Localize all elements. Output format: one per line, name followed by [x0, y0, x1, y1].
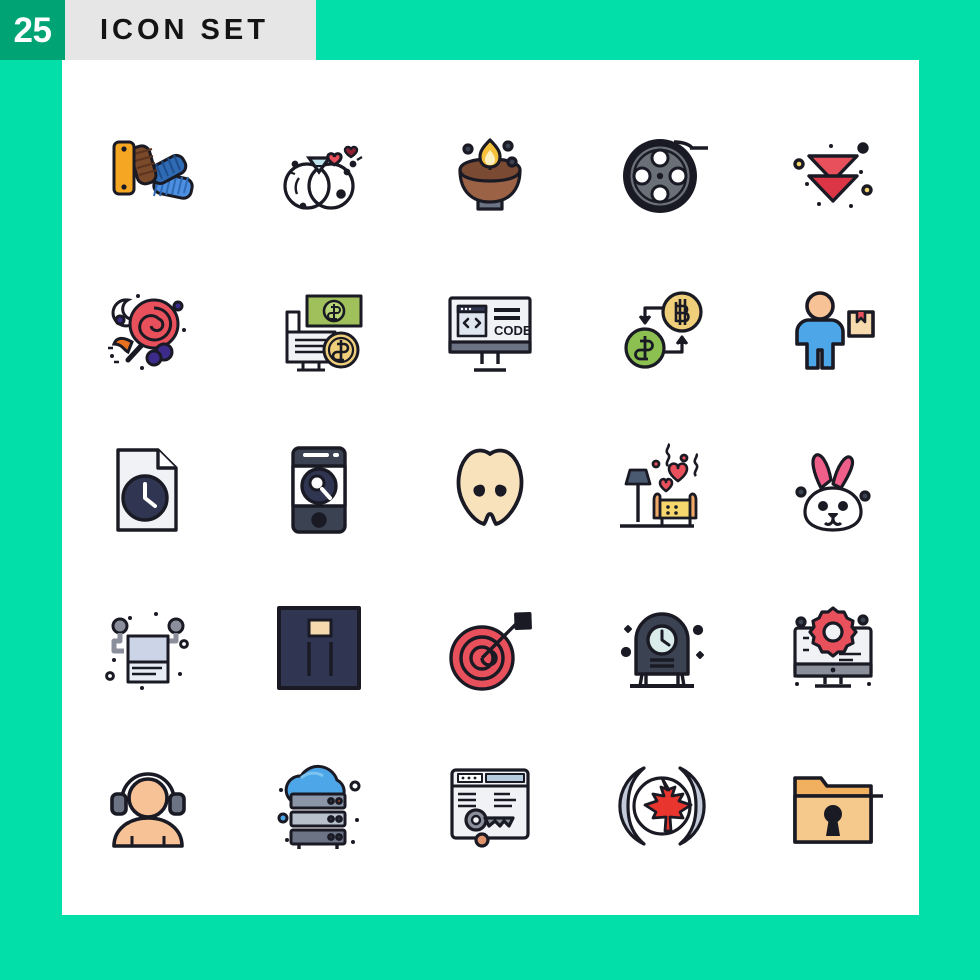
icon-cell-4[interactable]	[576, 95, 747, 253]
code-monitor-icon: CODE	[448, 296, 532, 372]
film-reel-icon	[622, 139, 708, 213]
mantel-clock-icon	[620, 612, 704, 688]
icon-cell-14[interactable]	[576, 411, 747, 569]
icon-cell-6[interactable]	[62, 253, 233, 411]
mobile-search-icon	[291, 446, 347, 534]
icon-cell-18[interactable]	[405, 569, 576, 727]
icon-count-value: 25	[13, 10, 52, 50]
icon-cell-3[interactable]	[405, 95, 576, 253]
icon-cell-23[interactable]	[405, 727, 576, 885]
icon-cell-9[interactable]	[576, 253, 747, 411]
lollipop-candy-icon	[107, 294, 186, 370]
icon-cell-7[interactable]	[233, 253, 404, 411]
icon-cell-17[interactable]	[233, 569, 404, 727]
icon-cell-25[interactable]	[748, 727, 919, 885]
icon-cell-24[interactable]	[576, 727, 747, 885]
icon-cell-11[interactable]	[62, 411, 233, 569]
online-banking-icon	[285, 294, 363, 372]
icon-count-badge: 25	[0, 0, 65, 60]
icon-cell-8[interactable]: CODE	[405, 253, 576, 411]
weight-scale-icon	[277, 606, 362, 690]
icon-cell-21[interactable]	[62, 727, 233, 885]
icon-cell-19[interactable]	[576, 569, 747, 727]
bunny-face-icon	[795, 453, 871, 532]
towel-rack-icon	[104, 612, 189, 690]
key-webpage-icon	[450, 768, 531, 848]
icon-cell-2[interactable]	[233, 95, 404, 253]
maple-leaf-shield-icon	[618, 766, 706, 846]
icon-cell-20[interactable]	[748, 569, 919, 727]
icon-cell-15[interactable]	[748, 411, 919, 569]
header: 25 ICON SET	[0, 0, 316, 60]
color-palette-icon	[112, 140, 194, 200]
icon-cell-22[interactable]	[233, 727, 404, 885]
delivery-person-icon	[795, 291, 876, 370]
title-bar: ICON SET	[65, 0, 316, 60]
icon-cell-12[interactable]	[233, 411, 404, 569]
support-agent-icon	[109, 772, 186, 848]
page-title: ICON SET	[100, 13, 269, 46]
icon-cell-5[interactable]	[748, 95, 919, 253]
monitor-settings-icon	[793, 606, 873, 688]
icon-grid: CODE	[62, 95, 919, 885]
locked-folder-icon	[793, 776, 884, 844]
icon-cell-16[interactable]	[62, 569, 233, 727]
icon-cell-13[interactable]	[405, 411, 576, 569]
icon-cell-1[interactable]	[62, 95, 233, 253]
file-clock-icon	[115, 448, 178, 532]
icon-set-page: 25 ICON SET CODE	[0, 0, 980, 980]
apple-slice-icon	[457, 448, 524, 526]
icon-cell-10[interactable]	[748, 253, 919, 411]
code-monitor-screen-text: CODE	[494, 323, 532, 338]
bitcoin-exchange-icon	[624, 291, 703, 369]
wedding-rings-icon	[283, 145, 363, 210]
double-down-arrow-icon	[793, 142, 873, 208]
target-dart-icon	[449, 612, 533, 691]
diya-lamp-icon	[458, 138, 523, 211]
romantic-room-icon	[619, 442, 699, 528]
cloud-server-icon	[277, 764, 361, 849]
